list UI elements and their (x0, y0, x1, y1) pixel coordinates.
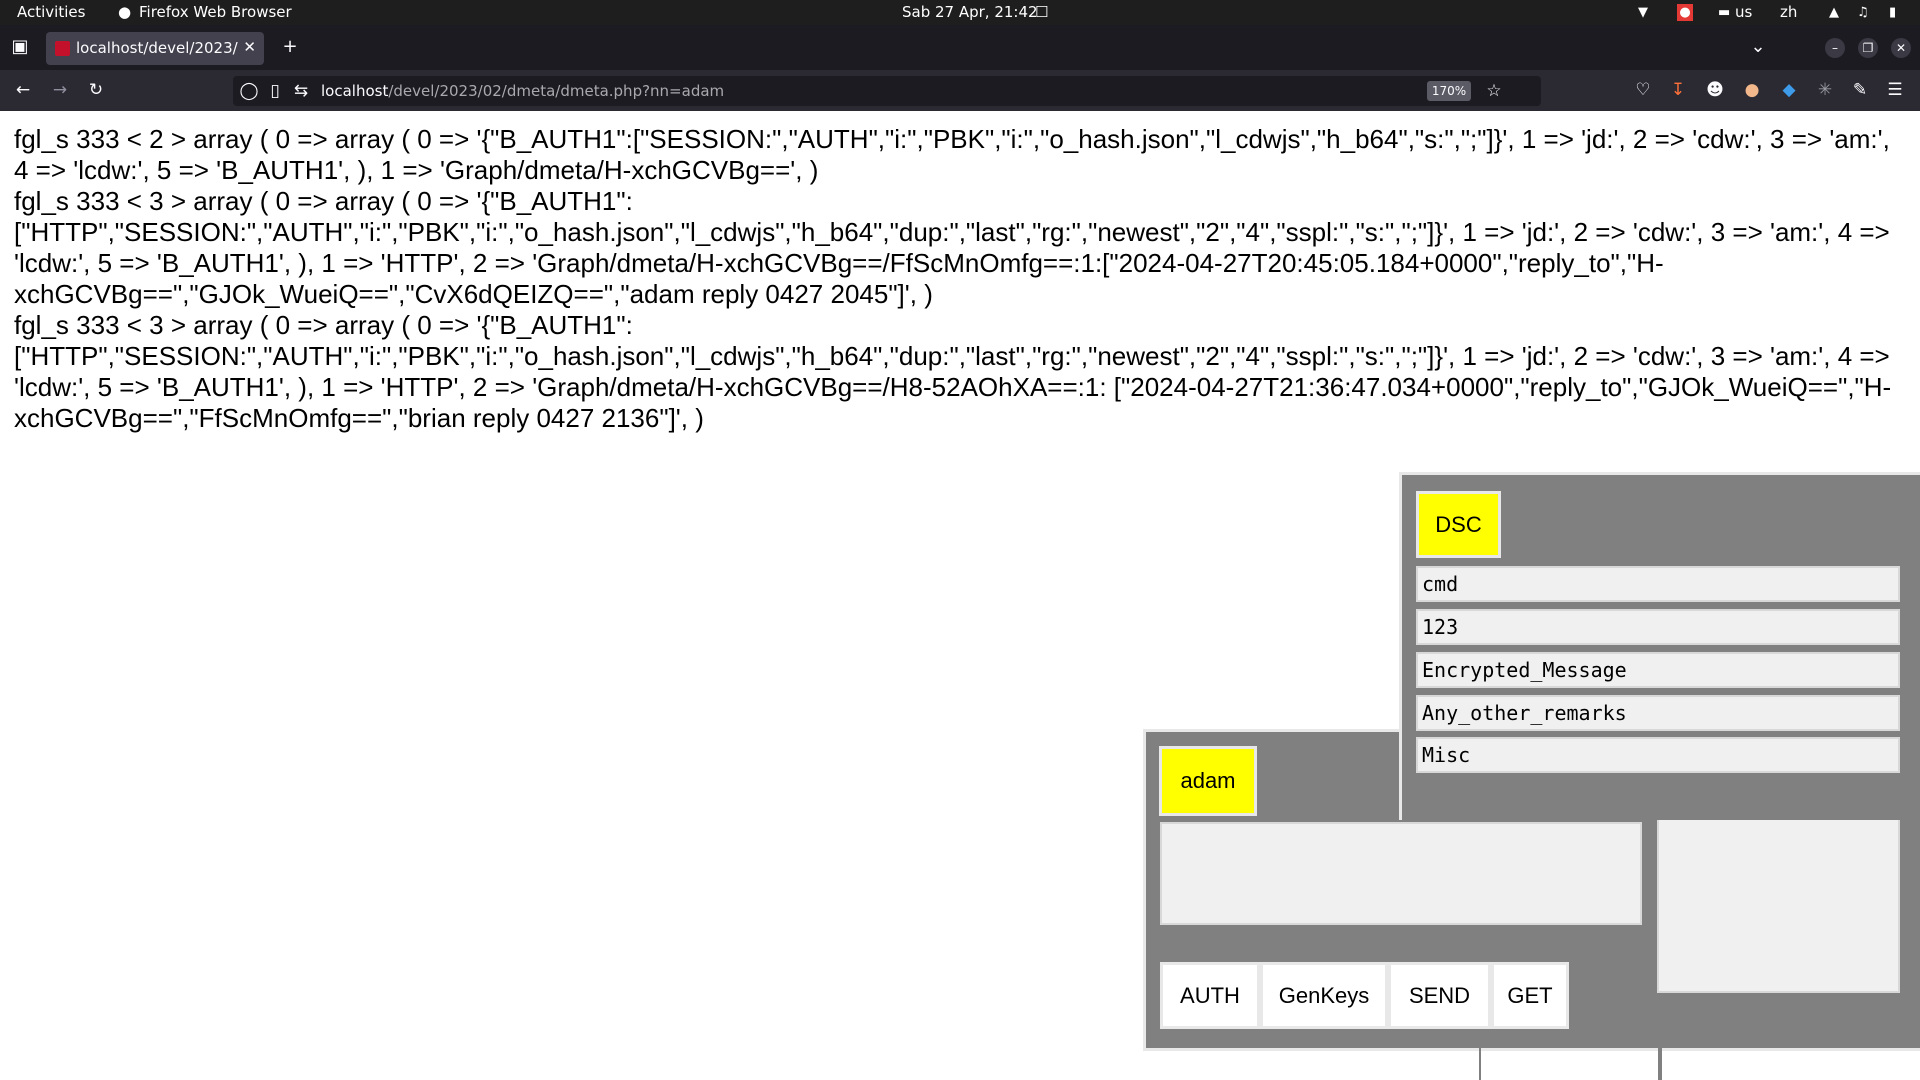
extension-fox-icon[interactable]: ● (1741, 80, 1763, 100)
new-tab-icon[interactable]: + (279, 37, 301, 57)
tab-close-icon[interactable]: ✕ (243, 39, 256, 56)
remarks-field[interactable]: Any_other_remarks (1416, 695, 1900, 731)
clock[interactable]: Sab 27 Apr, 21:42 (902, 4, 1038, 21)
menu-icon[interactable]: ☰ (1884, 80, 1906, 100)
bottom-field[interactable] (1143, 1048, 1479, 1080)
record-indicator-icon[interactable]: ● (1677, 4, 1693, 21)
battery-icon[interactable]: ▮ (1889, 4, 1896, 21)
tab-active[interactable]: localhost/devel/2023/02 ✕ (46, 32, 264, 65)
message-textarea[interactable] (1160, 822, 1642, 925)
network-vpn-icon[interactable]: ▼ (1638, 4, 1648, 21)
pocket-icon[interactable]: ♡ (1632, 80, 1654, 100)
page-info-icon[interactable]: ▯ (265, 81, 285, 101)
dsc-button[interactable]: DSC (1416, 491, 1501, 558)
notifications-off-icon: ☐ (1035, 3, 1049, 21)
app-menu[interactable]: Firefox Web Browser (139, 4, 292, 21)
wifi-icon[interactable]: ▲ (1829, 4, 1839, 21)
volume-icon[interactable]: ♫ (1857, 4, 1869, 21)
activities-button[interactable]: Activities (17, 4, 85, 21)
bottom-field[interactable] (1662, 1048, 1920, 1080)
url-path: /devel/2023/02/dmeta/dmeta.php?nn=adam (388, 82, 725, 100)
tab-favicon-icon (55, 41, 70, 56)
misc-field[interactable]: Misc (1416, 737, 1900, 773)
extensions-icon[interactable]: ✎ (1849, 80, 1871, 100)
value-field[interactable]: 123 (1416, 609, 1900, 645)
adam-button[interactable]: adam (1159, 746, 1257, 816)
permissions-icon[interactable]: ⇆ (291, 81, 311, 101)
debug-line: fgl_s 333 < 2 > array ( 0 => array ( 0 =… (14, 124, 1890, 185)
debug-line: fgl_s 333 < 3 > array ( 0 => array ( 0 =… (14, 310, 1892, 433)
bottom-field[interactable] (1481, 1048, 1658, 1080)
url-text[interactable]: localhost/devel/2023/02/dmeta/dmeta.php?… (321, 82, 724, 100)
minimize-icon[interactable]: – (1825, 38, 1845, 58)
get-button[interactable]: GET (1491, 962, 1569, 1029)
url-host: localhost (321, 82, 389, 100)
bookmark-star-icon[interactable]: ☆ (1483, 81, 1505, 101)
send-button[interactable]: SEND (1388, 962, 1491, 1029)
debug-line: fgl_s 333 < 3 > array ( 0 => array ( 0 =… (14, 186, 1890, 309)
back-icon[interactable]: ← (12, 80, 34, 100)
system-top-bar: Activities ● Firefox Web Browser Sab 27 … (0, 0, 1920, 25)
tracking-protection-icon[interactable]: ◯ (239, 81, 259, 101)
keyboard-icon: ▬ (1718, 5, 1731, 20)
forward-icon[interactable]: → (49, 80, 71, 100)
keyboard-layout[interactable]: us (1735, 4, 1752, 21)
firefox-view-icon[interactable]: ▣ (9, 37, 31, 57)
list-tabs-icon[interactable]: ⌄ (1747, 37, 1769, 57)
extension-gear-icon[interactable]: ✳ (1814, 80, 1836, 100)
account-icon[interactable]: ☻ (1704, 80, 1726, 100)
url-bar[interactable]: ◯ ▯ ⇆ localhost/devel/2023/02/dmeta/dmet… (233, 76, 1541, 106)
auth-button[interactable]: AUTH (1160, 962, 1260, 1029)
encrypted-message-field[interactable]: Encrypted_Message (1416, 652, 1900, 688)
tab-title: localhost/devel/2023/02 (76, 40, 238, 57)
firefox-icon: ● (118, 3, 132, 21)
restore-icon[interactable]: ❐ (1858, 38, 1878, 58)
debug-output: fgl_s 333 < 2 > array ( 0 => array ( 0 =… (14, 124, 1904, 434)
zoom-level-badge[interactable]: 170% (1427, 81, 1471, 101)
genkeys-button[interactable]: GenKeys (1260, 962, 1388, 1029)
cmd-field[interactable]: cmd (1416, 566, 1900, 602)
close-window-icon[interactable]: ✕ (1891, 38, 1911, 58)
downloads-icon[interactable]: ↧ (1667, 80, 1689, 100)
input-method[interactable]: zh (1780, 4, 1797, 21)
extension-shield-icon[interactable]: ◆ (1778, 80, 1800, 100)
reload-icon[interactable]: ↻ (85, 80, 107, 100)
